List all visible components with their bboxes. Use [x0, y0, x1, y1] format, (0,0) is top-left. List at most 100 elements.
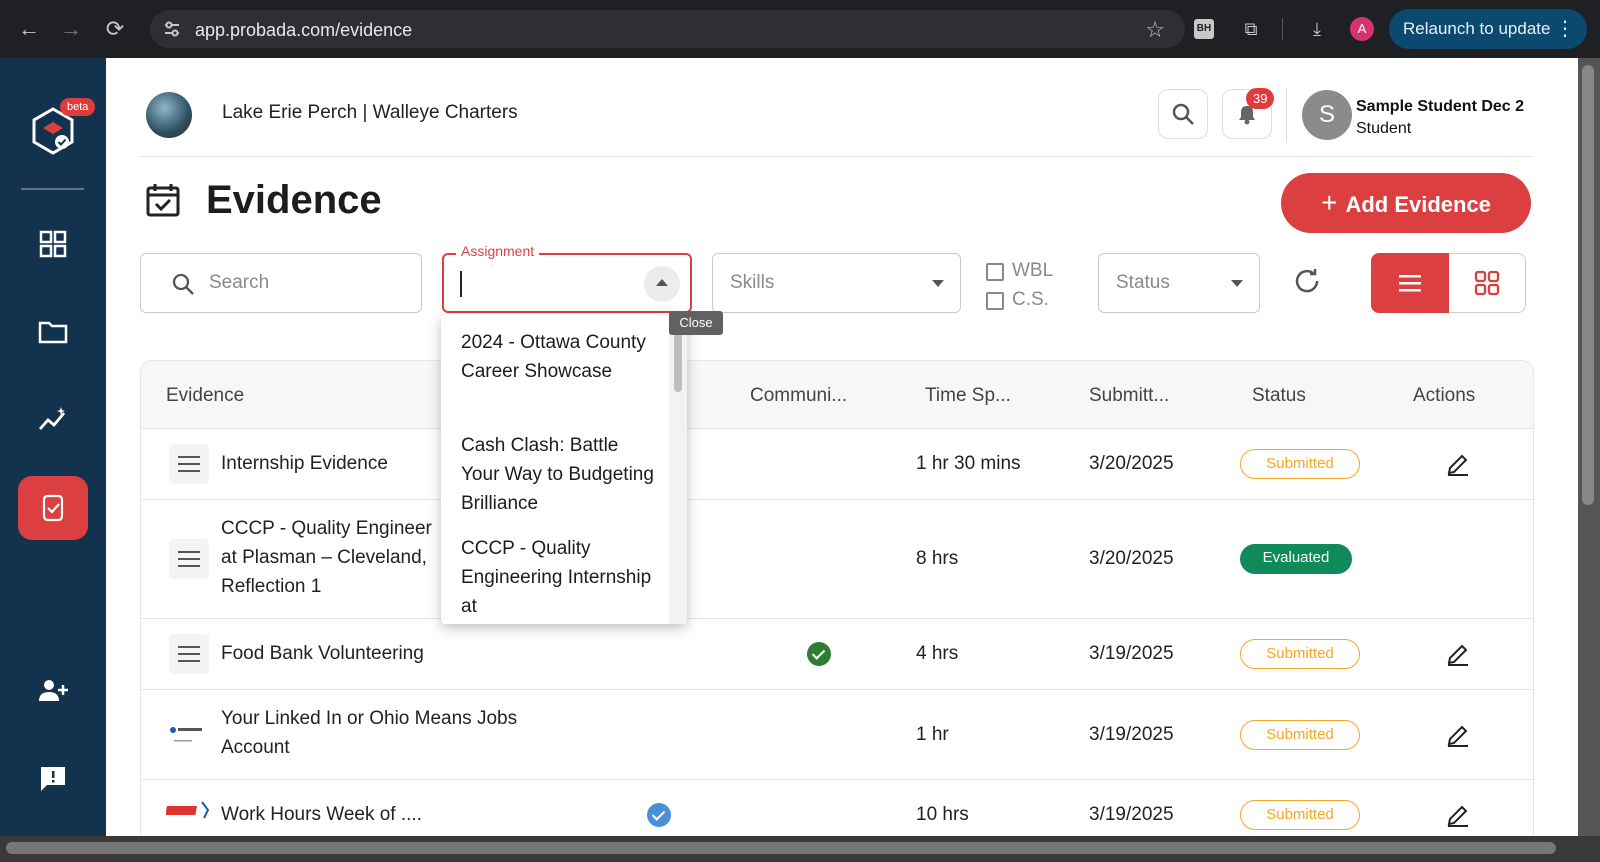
- time-spent: 4 hrs: [916, 643, 959, 664]
- skills-select[interactable]: Skills: [712, 253, 961, 313]
- site-settings-icon[interactable]: [162, 19, 182, 39]
- text-document-icon: [169, 444, 209, 484]
- skills-placeholder: Skills: [730, 272, 775, 293]
- sidebar-item-dashboard[interactable]: [18, 212, 88, 276]
- horizontal-scroll-thumb[interactable]: [6, 842, 1556, 854]
- grid-icon: [1474, 270, 1500, 296]
- evidence-title[interactable]: Internship Evidence: [221, 453, 388, 475]
- evidence-title-line-1[interactable]: CCCP - Quality Engineer: [221, 518, 432, 540]
- dropdown-option[interactable]: CCCP - Quality Engineering Internship at: [461, 534, 661, 621]
- evidence-icon: [42, 494, 64, 522]
- sidebar-item-skills[interactable]: [18, 388, 88, 452]
- evidence-title[interactable]: Food Bank Volunteering: [221, 643, 424, 665]
- evidence-title-line-1[interactable]: Your Linked In or Ohio Means Jobs: [221, 708, 517, 730]
- dropdown-option[interactable]: 2024 - Ottawa County Career Showcase: [461, 328, 661, 386]
- back-icon[interactable]: ←: [14, 14, 44, 44]
- sidebar-item-evidence[interactable]: [18, 476, 88, 540]
- close-tooltip: Close: [669, 311, 723, 335]
- status-badge: Submitted: [1240, 449, 1360, 479]
- url-text[interactable]: app.probada.com/evidence: [195, 20, 412, 41]
- column-header-community[interactable]: Communi...: [750, 385, 847, 407]
- dropdown-scroll-thumb[interactable]: [674, 332, 682, 392]
- notification-count-badge: 39: [1246, 88, 1275, 109]
- extensions-puzzle-icon[interactable]: ⧉: [1238, 16, 1264, 42]
- wbl-label: WBL: [1012, 260, 1054, 281]
- table-row[interactable]: Your Linked In or Ohio Means Jobs Accoun…: [141, 690, 1533, 780]
- evidence-title[interactable]: Work Hours Week of ....: [221, 804, 422, 826]
- table-row[interactable]: Food Bank Volunteering 4 hrs 3/19/2025 S…: [141, 619, 1533, 690]
- forward-icon[interactable]: →: [56, 14, 86, 44]
- submitted-date: 3/20/2025: [1089, 453, 1174, 474]
- evidence-title-line-3[interactable]: Reflection 1: [221, 576, 321, 598]
- relaunch-button[interactable]: Relaunch to update ⋮: [1389, 9, 1587, 49]
- edit-pencil-icon[interactable]: [1445, 451, 1471, 477]
- header-divider-line: [140, 156, 1532, 157]
- edit-pencil-icon[interactable]: [1445, 641, 1471, 667]
- table-header: Evidence Communi... Time Sp... Submitt..…: [141, 361, 1533, 429]
- header-divider: [1286, 88, 1287, 142]
- cs-checkbox[interactable]: [986, 292, 1004, 310]
- search-button[interactable]: [1158, 89, 1208, 139]
- sidebar-item-invite[interactable]: [18, 659, 88, 723]
- feedback-icon: [41, 767, 65, 791]
- bookmark-star-icon[interactable]: ☆: [1145, 17, 1165, 43]
- sidebar-item-feedback[interactable]: [18, 747, 88, 811]
- add-evidence-button[interactable]: + Add Evidence: [1281, 173, 1531, 233]
- column-header-submitted[interactable]: Submitt...: [1089, 385, 1169, 407]
- dropdown-option[interactable]: Cash Clash: Battle Your Way to Budgeting…: [461, 431, 661, 518]
- list-view-toggle[interactable]: [1371, 253, 1449, 313]
- time-spent: 10 hrs: [916, 804, 969, 825]
- page-title: Evidence: [206, 178, 382, 222]
- user-name[interactable]: Sample Student Dec 2: [1356, 98, 1524, 116]
- more-menu-icon[interactable]: ⋮: [1555, 9, 1575, 49]
- folder-icon: [38, 321, 68, 344]
- evidence-title-line-2[interactable]: at Plasman – Cleveland,: [221, 547, 427, 569]
- submitted-date: 3/19/2025: [1089, 724, 1174, 745]
- address-bar[interactable]: app.probada.com/evidence ☆: [150, 10, 1185, 48]
- add-evidence-label: Add Evidence: [1345, 192, 1491, 217]
- browser-toolbar: ← → ⟳ app.probada.com/evidence ☆ BH ⧉ ⤓ …: [0, 0, 1600, 58]
- vertical-scroll-thumb[interactable]: [1582, 65, 1594, 505]
- search-placeholder: Search: [209, 272, 270, 293]
- profile-avatar[interactable]: A: [1350, 17, 1374, 41]
- table-row[interactable]: CCCP - Quality Engineer at Plasman – Cle…: [141, 500, 1533, 619]
- column-header-time[interactable]: Time Sp...: [925, 385, 1011, 407]
- assignment-dropdown-list: 2024 - Ottawa County Career Showcase Cas…: [441, 314, 687, 624]
- user-role: Student: [1356, 120, 1412, 137]
- time-spent: 8 hrs: [916, 548, 959, 569]
- submitted-date: 3/19/2025: [1089, 804, 1174, 825]
- edit-pencil-icon[interactable]: [1445, 802, 1471, 828]
- sidebar-item-portfolio[interactable]: [18, 300, 88, 364]
- evidence-thumbnail: [165, 800, 212, 826]
- grid-view-toggle[interactable]: [1449, 253, 1526, 313]
- download-icon[interactable]: ⤓: [1304, 16, 1330, 42]
- dropdown-scrollbar[interactable]: [669, 314, 687, 624]
- wbl-checkbox[interactable]: [986, 263, 1004, 281]
- text-document-icon: [169, 634, 209, 674]
- table-row[interactable]: Internship Evidence 1 hr 30 mins 3/20/20…: [141, 429, 1533, 500]
- edit-pencil-icon[interactable]: [1445, 722, 1471, 748]
- calendar-check-icon: [146, 184, 180, 217]
- table-row[interactable]: Work Hours Week of .... 10 hrs 3/19/2025…: [141, 780, 1533, 836]
- user-avatar[interactable]: S: [1302, 90, 1352, 140]
- refresh-icon[interactable]: [1292, 265, 1322, 295]
- org-avatar[interactable]: [146, 92, 192, 138]
- status-badge: Submitted: [1240, 639, 1360, 669]
- evidence-table: Evidence Communi... Time Sp... Submitt..…: [140, 360, 1534, 836]
- search-field[interactable]: Search: [140, 253, 422, 313]
- trend-icon: [38, 407, 66, 430]
- reload-icon[interactable]: ⟳: [100, 14, 130, 44]
- text-document-icon: [169, 539, 209, 579]
- submitted-date: 3/19/2025: [1089, 643, 1174, 664]
- org-name: Lake Erie Perch | Walleye Charters: [222, 102, 518, 123]
- evidence-title-line-2[interactable]: Account: [221, 737, 290, 759]
- community-check-icon: [807, 642, 831, 666]
- column-header-evidence[interactable]: Evidence: [166, 385, 244, 407]
- assignment-select[interactable]: [442, 253, 692, 313]
- column-header-status[interactable]: Status: [1252, 385, 1306, 407]
- extension-bh-icon[interactable]: BH: [1194, 19, 1214, 39]
- dropdown-close-button[interactable]: [644, 266, 680, 302]
- status-select[interactable]: Status: [1098, 253, 1260, 313]
- list-icon: [1399, 275, 1421, 292]
- assignment-label: Assignment: [456, 243, 540, 259]
